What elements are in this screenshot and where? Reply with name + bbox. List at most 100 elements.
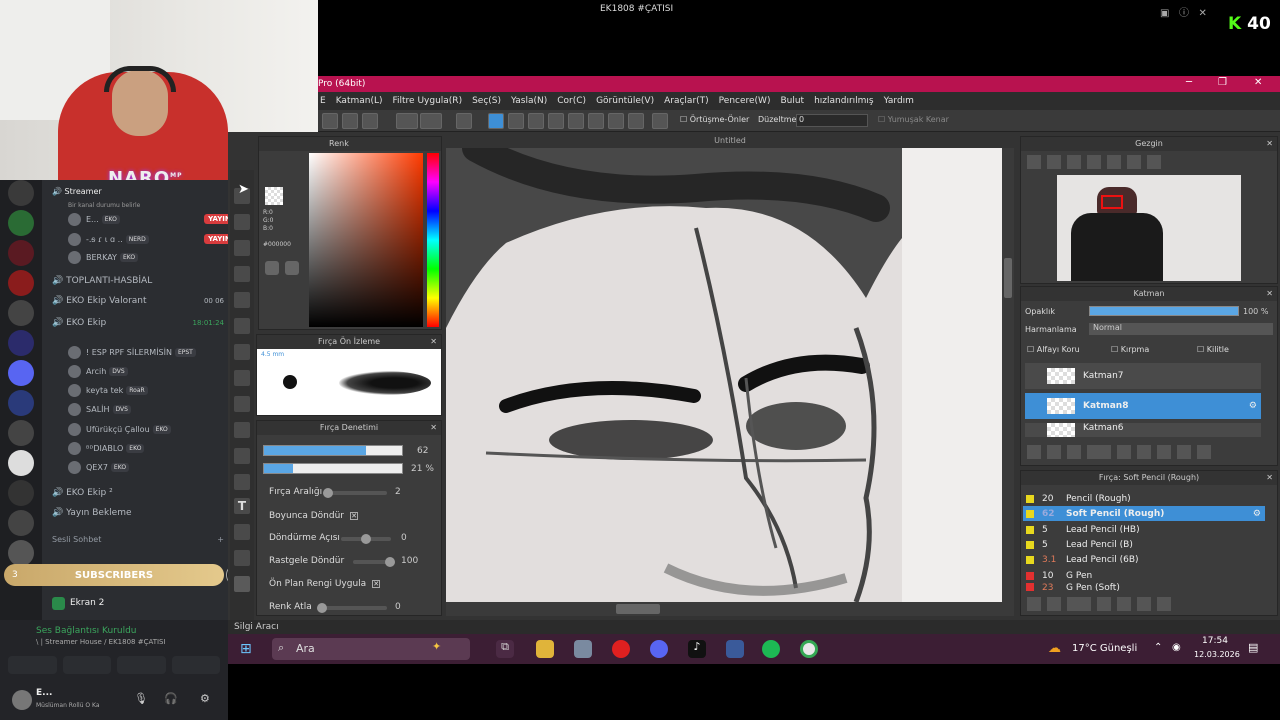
- hand-tool-icon[interactable]: [234, 576, 250, 592]
- menu-select[interactable]: Seç(S): [472, 96, 501, 106]
- server-icon[interactable]: [8, 390, 34, 416]
- view-rect[interactable]: [1101, 195, 1123, 209]
- voice-channel[interactable]: 🔊 TOPLANTI-HASBİAL: [52, 272, 238, 290]
- voice-channel[interactable]: 🔊 EKO Ekip 18:01:24: [52, 314, 238, 332]
- eyedropper-icon[interactable]: [234, 550, 250, 566]
- soft-edge-checkbox[interactable]: ☐ Yumuşak Kenar: [878, 115, 949, 124]
- snap-circle-icon[interactable]: [588, 113, 604, 129]
- snap-parallel-icon[interactable]: [508, 113, 524, 129]
- drawing-canvas[interactable]: [446, 148, 1002, 602]
- menu-tools[interactable]: Araçlar(T): [664, 96, 709, 106]
- fg-color-swatch[interactable]: [265, 187, 283, 205]
- operation-tool-icon[interactable]: [234, 524, 250, 540]
- server-icon[interactable]: [8, 270, 34, 296]
- member-row[interactable]: E... EKO YAYINDA: [68, 210, 254, 228]
- eyedrop-color-icon[interactable]: [285, 261, 299, 275]
- folder-icon[interactable]: [1117, 445, 1131, 459]
- close-icon[interactable]: ✕: [430, 421, 437, 435]
- slider-knob[interactable]: [323, 488, 333, 498]
- menu-view[interactable]: Görüntüle(V): [596, 96, 654, 106]
- rotate-right-icon[interactable]: [1147, 155, 1161, 169]
- spacing-slider[interactable]: [323, 488, 387, 498]
- member-row[interactable]: ! ESP RPF SİLERMİSİN EPST: [68, 343, 254, 361]
- brush-folder-icon[interactable]: [1117, 597, 1131, 611]
- maximize-icon[interactable]: ❐: [1218, 77, 1227, 88]
- select-eraser-icon[interactable]: [234, 474, 250, 490]
- new-1bit-layer-icon[interactable]: [1067, 445, 1081, 459]
- rotate-left-icon[interactable]: [1107, 155, 1121, 169]
- record-icon[interactable]: ◉: [1172, 642, 1181, 653]
- fill-tool-icon[interactable]: [234, 318, 250, 334]
- undo-icon[interactable]: [396, 113, 418, 129]
- follow-direction-checkbox[interactable]: Boyunca Döndür ✕: [269, 511, 358, 521]
- delete-brush-icon[interactable]: [1157, 597, 1171, 611]
- brush-row[interactable]: 5 Lead Pencil (B): [1023, 537, 1265, 552]
- move-tool-icon[interactable]: [234, 266, 250, 282]
- member-row[interactable]: Ufürükçü Çallou EKO: [68, 420, 254, 438]
- snap-grid-icon[interactable]: [528, 113, 544, 129]
- server-icon[interactable]: [8, 420, 34, 446]
- file-explorer-icon[interactable]: [536, 640, 554, 658]
- task-view-icon[interactable]: ⧉: [496, 640, 514, 658]
- server-icon[interactable]: [8, 210, 34, 236]
- menu-layer[interactable]: Katman(L): [336, 96, 383, 106]
- server-icon[interactable]: [8, 450, 34, 476]
- brush-row[interactable]: 10 G Pen: [1023, 568, 1265, 583]
- layer-opacity-slider[interactable]: [1089, 306, 1239, 316]
- close-icon[interactable]: ✕: [1266, 287, 1273, 301]
- member-row[interactable]: BERKAY EKO: [68, 248, 254, 266]
- correction-select[interactable]: 0: [796, 114, 868, 127]
- minimize-icon[interactable]: ─: [1186, 77, 1192, 88]
- text-tool-icon[interactable]: T: [234, 498, 250, 514]
- camera-off-icon[interactable]: [8, 656, 57, 674]
- brush-row[interactable]: 5 Lead Pencil (HB): [1023, 522, 1265, 537]
- zoom-in-icon[interactable]: [1027, 155, 1041, 169]
- menu-cloud[interactable]: Bulut: [780, 96, 804, 106]
- cloud-brush-icon[interactable]: [1027, 597, 1041, 611]
- member-row[interactable]: Arcih DVS: [68, 362, 254, 380]
- random-rotation-slider[interactable]: [353, 557, 395, 567]
- new-brush-icon[interactable]: [1047, 597, 1061, 611]
- member-row[interactable]: SALİH DVS: [68, 400, 254, 418]
- palette-icon[interactable]: [265, 261, 279, 275]
- snap-settings-icon[interactable]: [628, 113, 644, 129]
- slider-knob[interactable]: [361, 534, 371, 544]
- chrome-icon[interactable]: [800, 640, 818, 658]
- add-layer-menu-icon[interactable]: [1087, 445, 1111, 459]
- close-icon[interactable]: ✕: [1254, 77, 1262, 88]
- snap-vanish-icon[interactable]: [548, 113, 564, 129]
- windows-start-icon[interactable]: ⊞: [240, 641, 252, 657]
- server-icon[interactable]: [8, 480, 34, 506]
- member-row[interactable]: ᴮᴰDIABLO EKO: [68, 439, 254, 457]
- deselect-icon[interactable]: [456, 113, 472, 129]
- brush-row[interactable]: 3.1 Lead Pencil (6B): [1023, 552, 1265, 567]
- antialias-icon[interactable]: [488, 113, 504, 129]
- menu-help[interactable]: Yardım: [884, 96, 914, 106]
- new-doc-icon[interactable]: [322, 113, 338, 129]
- layer-row[interactable]: Katman6: [1025, 423, 1261, 437]
- select-pen-icon[interactable]: [234, 448, 250, 464]
- slider-knob[interactable]: [317, 603, 327, 613]
- color-jump-slider[interactable]: [317, 603, 387, 613]
- app-icon[interactable]: [726, 640, 744, 658]
- server-icon[interactable]: [8, 360, 34, 386]
- opera-icon[interactable]: [612, 640, 630, 658]
- eraser-tool-icon[interactable]: [234, 214, 250, 230]
- snap-curve-icon[interactable]: [608, 113, 624, 129]
- brush-settings-icon[interactable]: [1097, 597, 1111, 611]
- snap-gear-icon[interactable]: [652, 113, 668, 129]
- zoom-out-icon[interactable]: [1087, 155, 1101, 169]
- gear-icon[interactable]: ⚙: [1253, 509, 1261, 519]
- activities-icon[interactable]: [117, 656, 166, 674]
- zoom-fit-icon[interactable]: [1047, 155, 1061, 169]
- notification-icon[interactable]: ▤: [1248, 641, 1258, 654]
- server-icon[interactable]: [8, 180, 34, 206]
- lock-checkbox[interactable]: ☐ Kilitle: [1197, 345, 1229, 354]
- gear-icon[interactable]: ⚙: [1249, 401, 1257, 411]
- weather-text[interactable]: 17°C Güneşli: [1072, 643, 1137, 654]
- voice-channel[interactable]: 🔊 Yayın Bekleme: [52, 504, 238, 522]
- clock-date[interactable]: 12.03.2026: [1194, 650, 1240, 659]
- taskbar-search[interactable]: Ara ⌕ ✦: [272, 638, 470, 660]
- member-row[interactable]: QEX7 EKO: [68, 458, 254, 476]
- hue-slider[interactable]: [427, 153, 439, 327]
